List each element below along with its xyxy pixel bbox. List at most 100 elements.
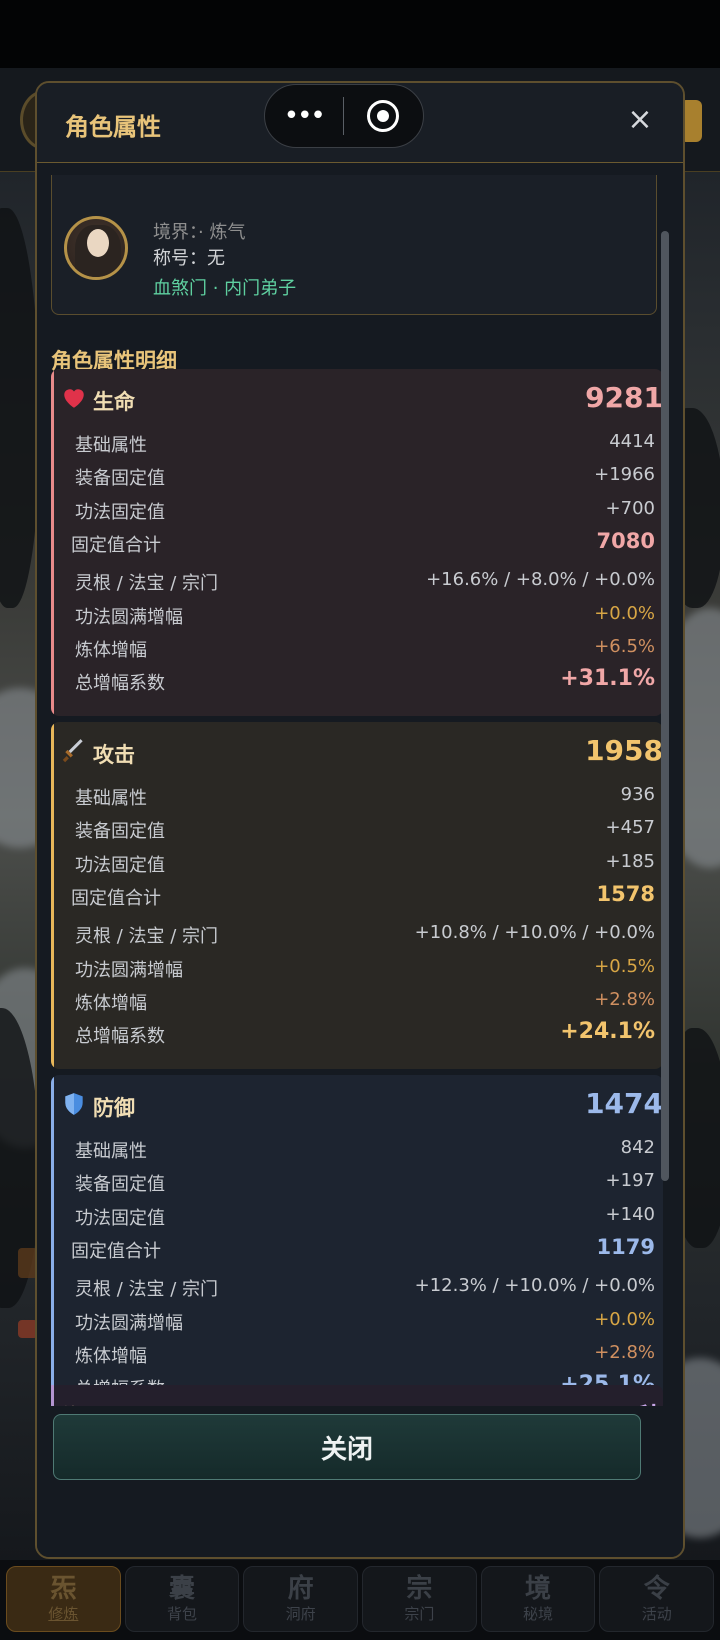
stat-row: 功法圆满增幅 +0.0% [75,603,655,629]
sword-icon [61,738,87,764]
bottom-nav: 炁修炼囊背包府洞府宗宗门境秘境令活动 [0,1560,720,1640]
stat-row-label: 功法圆满增幅 [75,960,183,981]
heart-icon [61,385,87,411]
stat-row-label: 固定值合计 [71,535,161,556]
stat-row-value: 1179 [596,1235,655,1259]
stat-row-value: +31.1% [560,666,655,691]
stat-row-value: +457 [605,817,655,838]
nav-item[interactable]: 令活动 [599,1566,715,1632]
stat-row-value: 1578 [596,882,655,906]
stat-row: 装备固定值 +197 [75,1170,655,1196]
stat-row-value: +185 [605,851,655,872]
stat-total: 1958 [585,734,663,767]
stat-row-label: 灵根 / 法宝 / 宗门 [75,1279,219,1300]
stat-row-label: 炼体增幅 [75,1346,147,1367]
stat-card: 防御 1474 基础属性 842 装备固定值 +197 功法固定值 +140 固定值合计 1179… [51,1075,663,1422]
nav-icon: 炁 [50,1574,77,1604]
stat-row-label: 炼体增幅 [75,993,147,1014]
app-screen: 炁修炼囊背包府洞府宗宗门境秘境令活动 角色属性 × 境界：· 炼气 称号：无 血… [0,0,720,1640]
stat-row-label: 基础属性 [75,788,147,809]
stat-row: 固定值合计 1578 [71,882,655,910]
nav-item[interactable]: 府洞府 [243,1566,359,1632]
stat-total: 9281 [585,381,663,414]
stat-row-value: 842 [620,1137,655,1158]
stat-row-label: 基础属性 [75,435,147,456]
stat-row-value: +16.6% / +8.0% / +0.0% [426,569,655,590]
stat-row: 灵根 / 法宝 / 宗门 +16.6% / +8.0% / +0.0% [75,569,655,595]
stat-row: 总增幅系数 +31.1% [75,666,655,695]
stat-row: 装备固定值 +457 [75,817,655,843]
stat-row-label: 基础属性 [75,1141,147,1162]
stat-row: 灵根 / 法宝 / 宗门 +12.3% / +10.0% / +0.0% [75,1275,655,1301]
attribute-modal: 角色属性 × 境界：· 炼气 称号：无 血煞门 · 内门弟子 角色属性明细 生命… [35,81,685,1559]
modal-footer: 关闭 [37,1406,683,1557]
close-button[interactable]: 关闭 [53,1414,641,1480]
close-miniprogram-icon[interactable] [344,100,424,132]
profile-sect: 血煞门 · 内门弟子 [153,278,297,299]
stat-row-value: +12.3% / +10.0% / +0.0% [414,1275,655,1296]
stat-row-value: +1966 [594,464,655,485]
stat-row-label: 功法固定值 [75,855,165,876]
stat-row-label: 装备固定值 [75,468,165,489]
stat-name: 防御 [93,1096,135,1120]
stat-name: 生命 [93,390,135,414]
nav-label: 秘境 [523,1605,554,1623]
scrollbar[interactable] [661,231,669,1403]
stat-row: 基础属性 4414 [75,431,655,457]
nav-label: 修炼 [48,1605,79,1623]
stat-row: 装备固定值 +1966 [75,464,655,490]
profile-title: 称号：无 [153,248,225,269]
stat-row: 固定值合计 7080 [71,529,655,557]
stat-row-value: 7080 [596,529,655,553]
stat-row-value: +700 [605,498,655,519]
stat-row: 基础属性 936 [75,784,655,810]
stat-row-value: +0.5% [594,956,655,977]
nav-icon: 囊 [169,1574,196,1604]
stat-row-label: 灵根 / 法宝 / 宗门 [75,926,219,947]
stat-row-value: 4414 [609,431,655,452]
stat-name: 攻击 [93,743,135,767]
stat-row-value: +0.0% [594,603,655,624]
stat-row-label: 装备固定值 [75,1174,165,1195]
stat-row: 炼体增幅 +2.8% [75,989,655,1015]
stat-row: 灵根 / 法宝 / 宗门 +10.8% / +10.0% / +0.0% [75,922,655,948]
nav-icon: 宗 [406,1574,433,1604]
nav-icon: 府 [287,1574,314,1604]
stat-row: 功法圆满增幅 +0.0% [75,1309,655,1335]
stat-row: 基础属性 842 [75,1137,655,1163]
nav-item[interactable]: 囊背包 [124,1566,240,1632]
stat-row: 功法固定值 +185 [75,851,655,877]
stat-row-value: +24.1% [560,1019,655,1044]
nav-label: 洞府 [285,1605,316,1623]
modal-title: 角色属性 [65,113,161,141]
stat-row-label: 功法圆满增幅 [75,607,183,628]
stat-row: 功法圆满增幅 +0.5% [75,956,655,982]
stat-row-label: 炼体增幅 [75,640,147,661]
stat-row-label: 功法固定值 [75,502,165,523]
nav-item[interactable]: 境秘境 [480,1566,596,1632]
stat-row-label: 总增幅系数 [75,673,165,694]
scrollbar-thumb[interactable] [661,231,669,1181]
stat-row-label: 装备固定值 [75,821,165,842]
stat-row-value: +6.5% [594,636,655,657]
stat-row-value: +2.8% [594,1342,655,1363]
more-icon[interactable]: ••• [265,103,343,129]
stat-row-value: +10.8% / +10.0% / +0.0% [414,922,655,943]
nav-item[interactable]: 宗宗门 [362,1566,477,1632]
avatar [64,216,128,280]
profile-realm: 境界：· 炼气 [153,222,246,243]
nav-icon: 境 [525,1574,552,1604]
nav-item[interactable]: 炁修炼 [6,1566,121,1632]
close-icon[interactable]: × [625,105,655,135]
stat-row-label: 总增幅系数 [75,1026,165,1047]
nav-label: 背包 [167,1605,198,1623]
nav-icon: 令 [643,1574,670,1604]
status-bar [0,0,720,68]
stat-row-label: 固定值合计 [71,888,161,909]
stat-row-value: +2.8% [594,989,655,1010]
attribute-scroll-area[interactable]: 境界：· 炼气 称号：无 血煞门 · 内门弟子 角色属性明细 生命 9281 基础属… [51,175,663,1497]
stat-row-value: +197 [605,1170,655,1191]
stat-card: 攻击 1958 基础属性 936 装备固定值 +457 功法固定值 +185 固定值合计 1578… [51,722,663,1069]
stat-row: 功法固定值 +700 [75,498,655,524]
stat-row-label: 固定值合计 [71,1241,161,1262]
